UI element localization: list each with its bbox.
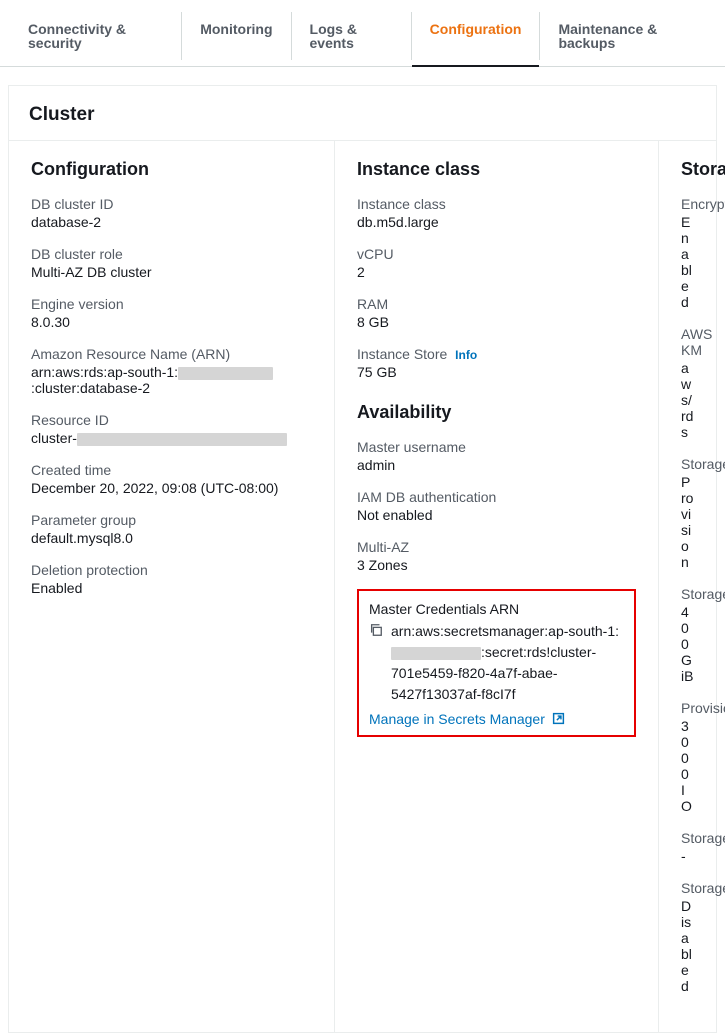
value-created-time: December 20, 2022, 09:08 (UTC-08:00) (31, 480, 312, 496)
field-storage3: Storage - (681, 830, 694, 864)
value-vcpu: 2 (357, 264, 636, 280)
field-provisioned: Provision 3000 IO (681, 700, 694, 814)
value-kms[interactable]: aws/rds (681, 360, 694, 440)
value-storage3: - (681, 848, 694, 864)
value-storage-type: Provision (681, 474, 694, 570)
value-resource-id: cluster- (31, 430, 312, 446)
value-deletion-protection: Enabled (31, 580, 312, 596)
value-master-credentials: arn:aws:secretsmanager:ap-south-1::secre… (391, 621, 624, 705)
label-ram: RAM (357, 296, 636, 312)
creds-arn-prefix: arn:aws:secretsmanager:ap-south-1: (391, 623, 619, 639)
copy-icon[interactable] (369, 623, 383, 637)
tab-logs[interactable]: Logs & events (292, 12, 412, 60)
value-parameter-group: default.mysql8.0 (31, 530, 312, 546)
field-iam: IAM DB authentication Not enabled (357, 489, 636, 523)
value-iam: Not enabled (357, 507, 636, 523)
label-provisioned: Provision (681, 700, 694, 716)
field-resource-id: Resource ID cluster- (31, 412, 312, 446)
label-storage-size: Storage (681, 586, 694, 602)
value-ram: 8 GB (357, 314, 636, 330)
label-engine-version: Engine version (31, 296, 312, 312)
field-instance-store: Instance Store Info 75 GB (357, 346, 636, 380)
label-storage4: Storage (681, 880, 694, 896)
field-multi-az: Multi-AZ 3 Zones (357, 539, 636, 573)
value-instance-class: db.m5d.large (357, 214, 636, 230)
label-multi-az: Multi-AZ (357, 539, 636, 555)
field-encryption: Encrypti Enabled (681, 196, 694, 310)
field-db-cluster-role: DB cluster role Multi-AZ DB cluster (31, 246, 312, 280)
label-storage-type: Storage (681, 456, 694, 472)
configuration-title: Configuration (31, 159, 312, 180)
instance-class-title: Instance class (357, 159, 636, 180)
field-parameter-group: Parameter group default.mysql8.0 (31, 512, 312, 546)
label-encryption: Encrypti (681, 196, 694, 212)
manage-secrets-link[interactable]: Manage in Secrets Manager (369, 711, 565, 727)
tab-monitoring[interactable]: Monitoring (182, 12, 291, 60)
label-instance-class: Instance class (357, 196, 636, 212)
label-resource-id: Resource ID (31, 412, 312, 428)
manage-link-text: Manage in Secrets Manager (369, 711, 545, 727)
label-kms: AWS KM (681, 326, 694, 358)
label-master-username: Master username (357, 439, 636, 455)
field-vcpu: vCPU 2 (357, 246, 636, 280)
value-storage-size: 400 GiB (681, 604, 694, 684)
label-storage3: Storage (681, 830, 694, 846)
value-provisioned: 3000 IO (681, 718, 694, 814)
storage-column: Storag Encrypti Enabled AWS KM aws/rds S… (659, 141, 716, 1032)
field-created-time: Created time December 20, 2022, 09:08 (U… (31, 462, 312, 496)
panel-title: Cluster (9, 86, 716, 140)
field-kms: AWS KM aws/rds (681, 326, 694, 440)
redacted-account-id (178, 367, 273, 380)
storage-title: Storag (681, 159, 694, 180)
field-storage-size: Storage 400 GiB (681, 586, 694, 684)
redacted-resource-id (77, 433, 287, 446)
label-db-cluster-role: DB cluster role (31, 246, 312, 262)
value-db-cluster-role: Multi-AZ DB cluster (31, 264, 312, 280)
external-link-icon (552, 712, 565, 725)
availability-title: Availability (357, 402, 636, 423)
label-master-credentials: Master Credentials ARN (369, 601, 624, 617)
label-parameter-group: Parameter group (31, 512, 312, 528)
value-arn: arn:aws:rds:ap-south-1::cluster:database… (31, 364, 312, 396)
label-instance-store: Instance Store Info (357, 346, 636, 362)
value-instance-store: 75 GB (357, 364, 636, 380)
instance-store-label-text: Instance Store (357, 346, 447, 362)
label-created-time: Created time (31, 462, 312, 478)
label-arn: Amazon Resource Name (ARN) (31, 346, 312, 362)
configuration-column: Configuration DB cluster ID database-2 D… (9, 141, 335, 1032)
instance-column: Instance class Instance class db.m5d.lar… (335, 141, 659, 1032)
value-db-cluster-id: database-2 (31, 214, 312, 230)
info-link[interactable]: Info (455, 348, 477, 362)
tabs-bar: Connectivity & security Monitoring Logs … (0, 6, 725, 67)
label-iam: IAM DB authentication (357, 489, 636, 505)
arn-suffix: :cluster:database-2 (31, 380, 150, 396)
value-encryption: Enabled (681, 214, 694, 310)
value-master-username: admin (357, 457, 636, 473)
redacted-creds-account (391, 647, 481, 660)
field-instance-class: Instance class db.m5d.large (357, 196, 636, 230)
label-vcpu: vCPU (357, 246, 636, 262)
value-engine-version: 8.0.30 (31, 314, 312, 330)
field-db-cluster-id: DB cluster ID database-2 (31, 196, 312, 230)
field-arn: Amazon Resource Name (ARN) arn:aws:rds:a… (31, 346, 312, 396)
value-storage4: Disabled (681, 898, 694, 994)
tab-configuration[interactable]: Configuration (412, 12, 541, 60)
value-multi-az: 3 Zones (357, 557, 636, 573)
field-engine-version: Engine version 8.0.30 (31, 296, 312, 330)
tab-connectivity[interactable]: Connectivity & security (10, 12, 182, 60)
field-storage4: Storage Disabled (681, 880, 694, 994)
label-db-cluster-id: DB cluster ID (31, 196, 312, 212)
field-master-username: Master username admin (357, 439, 636, 473)
field-storage-type: Storage Provision (681, 456, 694, 570)
field-deletion-protection: Deletion protection Enabled (31, 562, 312, 596)
label-deletion-protection: Deletion protection (31, 562, 312, 578)
arn-prefix: arn:aws:rds:ap-south-1: (31, 364, 178, 380)
field-ram: RAM 8 GB (357, 296, 636, 330)
cluster-panel: Cluster Configuration DB cluster ID data… (8, 85, 717, 1033)
master-credentials-highlight: Master Credentials ARN arn:aws:secretsma… (357, 589, 636, 737)
tab-maintenance[interactable]: Maintenance & backups (540, 12, 715, 60)
resource-id-prefix: cluster- (31, 430, 77, 446)
